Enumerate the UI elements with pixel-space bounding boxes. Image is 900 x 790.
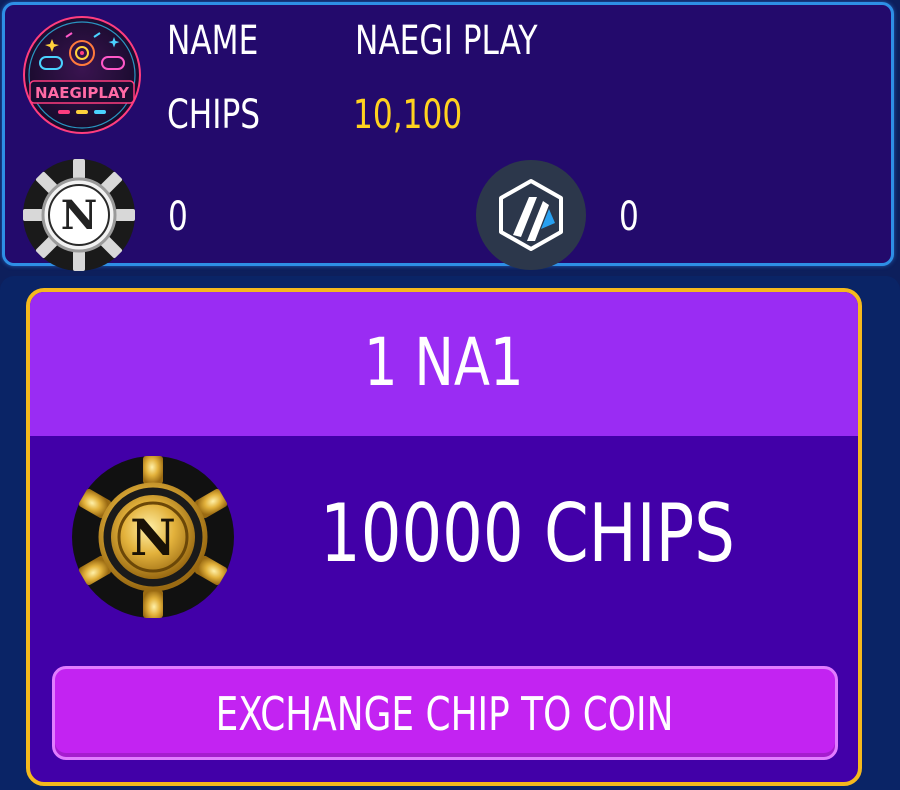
exchange-button-label: EXCHANGE CHIP TO COIN [216,687,674,741]
chips-balance: 10,100 [353,92,463,138]
logo-text: NAEGIPLAY [35,84,130,102]
exchange-rate-title: 1 NA1 [364,324,524,401]
svg-text:N: N [61,192,98,239]
profile-panel: NAEGIPLAY NAME NAEGI PLAY CHIPS 10,100 N [2,2,894,271]
na-token-icon: N [23,159,135,271]
exchange-chip-to-coin-button[interactable]: EXCHANGE CHIP TO COIN [52,666,838,760]
player-name: NAEGI PLAY [355,18,538,64]
na-token-balance: 0 [168,194,188,240]
card-header: 1 NA1 [30,292,858,436]
arbitrum-token-balance: 0 [619,194,639,240]
arbitrum-token-icon [476,160,586,270]
svg-text:N: N [130,508,176,567]
chip-amount: 10000 CHIPS [320,487,735,580]
naegiplay-logo: NAEGIPLAY [23,16,141,134]
name-label: NAME [167,18,259,64]
gold-chip-icon: N [72,456,234,618]
exchange-card: 1 NA1 N 10000 CHIPS EXCHANGE CHIP TO COI… [26,288,862,786]
chips-label: CHIPS [167,92,261,138]
